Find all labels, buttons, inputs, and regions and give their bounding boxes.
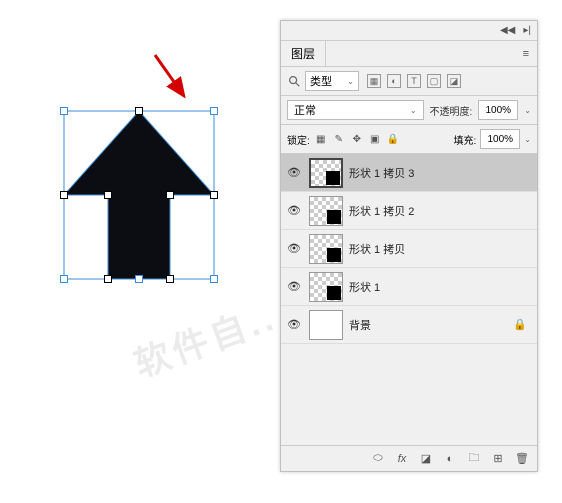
new-group-icon[interactable]: 🗀 [467,452,481,466]
layer-row[interactable]: 👁 形状 1 拷贝 2 [281,192,537,230]
layer-name-label[interactable]: 背景 [349,317,507,333]
opacity-chevron-icon[interactable]: ⌄ [524,106,531,115]
visibility-icon[interactable]: 👁 [285,204,303,217]
new-layer-icon[interactable]: ⊞ [491,452,505,466]
lock-all-icon[interactable]: 🔒 [386,132,400,146]
layer-name-label[interactable]: 形状 1 [349,279,533,295]
lock-position-icon[interactable]: ✥ [350,132,364,146]
fill-label: 填充: [454,132,477,147]
fill-input[interactable]: 100% [480,129,520,149]
layer-thumbnail[interactable] [309,158,343,188]
link-layers-icon[interactable]: ⬭ [371,452,385,466]
layer-name-label[interactable]: 形状 1 拷贝 [349,241,533,257]
adjustment-layer-icon[interactable]: ◐ [443,452,457,466]
visibility-icon[interactable]: 👁 [285,242,303,255]
layer-mask-icon[interactable]: ◪ [419,452,433,466]
blend-mode-select[interactable]: 正常⌄ [287,100,424,120]
annotation-arrow-1 [150,50,200,110]
filter-pixel-icon[interactable]: ▦ [367,74,381,88]
filter-adjust-icon[interactable]: ◐ [387,74,401,88]
blend-row: 正常⌄ 不透明度: 100% ⌄ [281,96,537,125]
lock-label: 锁定: [287,132,310,147]
visibility-icon[interactable]: 👁 [285,280,303,293]
delete-layer-icon[interactable]: 🗑 [515,452,529,466]
filter-type-icon[interactable]: T [407,74,421,88]
filter-type-select[interactable]: 类型⌄ [305,71,359,91]
lock-indicator-icon: 🔒 [513,318,533,331]
opacity-label: 不透明度: [430,103,473,118]
fill-chevron-icon[interactable]: ⌄ [524,135,531,144]
search-icon[interactable] [287,74,301,88]
opacity-input[interactable]: 100% [478,100,518,120]
filter-row: 类型⌄ ▦ ◐ T ▢ ◪ [281,67,537,96]
tab-layers[interactable]: 图层 [281,41,326,66]
filter-shape-icon[interactable]: ▢ [427,74,441,88]
layer-thumbnail[interactable] [309,310,343,340]
panel-topbar: ◀◀ ▸| [281,21,537,41]
lock-artboard-icon[interactable]: ▣ [368,132,382,146]
layer-effects-icon[interactable]: fx [395,452,409,466]
layer-row[interactable]: 👁 形状 1 拷贝 3 [281,154,537,192]
layer-list: 👁 形状 1 拷贝 3 👁 形状 1 拷贝 2 👁 形状 1 拷贝 👁 形状 1 👁 背景 🔒 [281,154,537,445]
lock-paint-icon[interactable]: ✎ [332,132,346,146]
panel-footer: ⬭ fx ◪ ◐ 🗀 ⊞ 🗑 [281,445,537,471]
layer-thumbnail[interactable] [309,234,343,264]
layer-row[interactable]: 👁 形状 1 拷贝 [281,230,537,268]
visibility-icon[interactable]: 👁 [285,166,303,179]
filter-kind-icons: ▦ ◐ T ▢ ◪ [367,74,461,88]
filter-smart-icon[interactable]: ◪ [447,74,461,88]
layer-row[interactable]: 👁 背景 🔒 [281,306,537,344]
panel-menu-icon[interactable]: ≡ [515,48,537,60]
lock-pixels-icon[interactable]: ▦ [314,132,328,146]
layer-row[interactable]: 👁 形状 1 [281,268,537,306]
layer-name-label[interactable]: 形状 1 拷贝 2 [349,203,533,219]
layer-thumbnail[interactable] [309,272,343,302]
collapse-icon[interactable]: ◀◀ [500,25,515,36]
panel-tabs: 图层 ≡ [281,41,537,67]
lock-row: 锁定: ▦ ✎ ✥ ▣ 🔒 填充: 100% ⌄ [281,125,537,154]
layer-thumbnail[interactable] [309,196,343,226]
layers-panel: ◀◀ ▸| 图层 ≡ 类型⌄ ▦ ◐ T ▢ ◪ 正常⌄ 不透明度: 100% … [280,20,538,472]
close-icon[interactable]: ▸| [523,25,531,36]
visibility-icon[interactable]: 👁 [285,318,303,331]
layer-name-label[interactable]: 形状 1 拷贝 3 [349,165,533,181]
